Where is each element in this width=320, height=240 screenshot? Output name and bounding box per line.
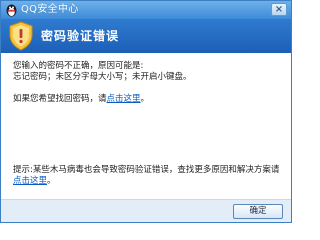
header-banner: 密码验证错误: [1, 19, 291, 53]
retrieve-password-prefix: 如果您希望找回密码，请: [13, 94, 107, 104]
message-area: 您输入的密码不正确，原因可能是: 忘记密码；未区分字母大小写；未开启小键盘。 如…: [1, 53, 291, 200]
retrieve-password-text: 如果您希望找回密码，请点击这里。: [13, 94, 149, 105]
error-reason-list: 忘记密码；未区分字母大小写；未开启小键盘。: [13, 72, 192, 82]
window-title: QQ安全中心: [21, 4, 79, 15]
tip-link[interactable]: 点击这里: [13, 176, 47, 186]
banner-title: 密码验证错误: [41, 29, 120, 43]
dialog-footer: 确定: [1, 200, 291, 222]
qq-penguin-icon: [6, 4, 17, 17]
title-bar[interactable]: QQ安全中心 ×: [1, 1, 291, 19]
retrieve-password-link[interactable]: 点击这里: [107, 94, 141, 104]
retrieve-password-suffix: 。: [140, 94, 150, 104]
shield-icon: [9, 21, 33, 51]
dialog-window: QQ安全中心 × 密码验证错误 您输入的密码不正确，原因可能是: 忘记密码；未区…: [0, 0, 292, 223]
tip-link-line: 点击这里。: [13, 176, 56, 187]
tip-suffix: 。: [47, 176, 56, 186]
error-reason-heading: 您输入的密码不正确，原因可能是:: [13, 61, 144, 71]
close-button[interactable]: ×: [271, 3, 287, 16]
tip-text: 提示:某些木马病毒也会导致密码验证错误，查找更多原因和解决方案请: [13, 165, 280, 175]
ok-button[interactable]: 确定: [233, 204, 283, 219]
